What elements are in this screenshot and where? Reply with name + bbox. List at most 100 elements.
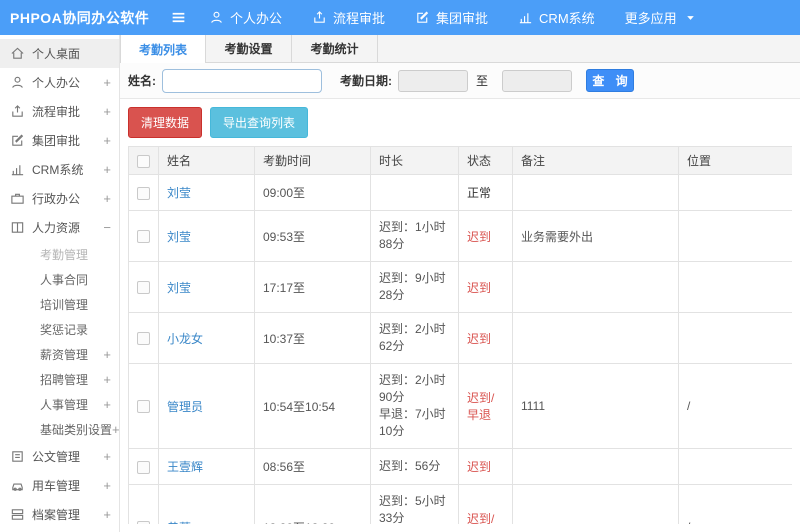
expand-toggle-icon[interactable]: + [103, 347, 111, 362]
expand-toggle-icon[interactable]: + [103, 133, 111, 148]
book-icon [11, 222, 24, 233]
employee-name-link[interactable]: 小龙女 [167, 332, 203, 346]
chart-icon [11, 165, 24, 176]
attendance-time-cell: 10:54至10:54 [254, 363, 371, 449]
expand-toggle-icon[interactable]: + [103, 372, 111, 387]
expand-toggle-icon[interactable]: − [103, 220, 111, 235]
sidebar-item[interactable]: 流程审批 + [0, 97, 119, 126]
user-icon [211, 11, 222, 23]
search-button[interactable]: 查 询 [586, 69, 635, 92]
location-cell: / [678, 484, 792, 524]
sidebar-item-label: 基础类别设置 [40, 423, 113, 437]
col-header-remark: 备注 [512, 146, 679, 175]
attendance-table: 姓名 考勤时间 时长 状态 备注 位置 刘莹 09:00至 正常 刘莹 09:53至 迟到… [128, 146, 792, 524]
duration-cell: 迟到：2小时62分 [370, 312, 459, 364]
export-list-button[interactable]: 导出查询列表 [210, 107, 309, 138]
table-row: 王壹辉 08:56至 迟到：56分 迟到 [128, 448, 792, 485]
employee-name-link[interactable]: 刘莹 [167, 230, 191, 244]
row-checkbox[interactable] [137, 281, 150, 295]
duration-line: 迟到：2小时62分 [379, 322, 446, 353]
expand-toggle-icon[interactable]: + [103, 191, 111, 206]
status-badge: 迟到/早退 [458, 363, 513, 449]
sidebar-item[interactable]: 行政办公 + [0, 184, 119, 213]
employee-name-link[interactable]: 管理员 [167, 400, 203, 414]
sidebar-item[interactable]: 公文管理 + [0, 442, 119, 471]
sidebar-item[interactable]: 薪资管理 + [0, 342, 119, 367]
duration-line: 迟到：9小时28分 [379, 271, 446, 302]
app-logo: PHPOA协同办公软件 [10, 9, 150, 26]
tab-item[interactable]: 考勤统计 [292, 35, 378, 62]
edit-icon [417, 11, 429, 23]
expand-toggle-icon[interactable]: + [103, 162, 111, 177]
sidebar-item[interactable]: 考勤管理 [0, 242, 119, 267]
row-checkbox[interactable] [137, 460, 150, 474]
duration-line: 迟到：5小时33分 [379, 494, 446, 524]
location-cell [678, 448, 792, 485]
sidebar-item[interactable]: CRM系统 + [0, 155, 119, 184]
sidebar-item[interactable]: 人力资源 − [0, 213, 119, 242]
expand-toggle-icon[interactable]: + [103, 75, 111, 90]
sidebar-item[interactable]: 人事合同 [0, 267, 119, 292]
expand-toggle-icon[interactable]: + [103, 478, 111, 493]
sidebar-item[interactable]: 个人桌面 [0, 39, 119, 68]
remark-cell [512, 174, 679, 211]
sidebar-item[interactable]: 奖惩记录 [0, 317, 119, 342]
table-row: 刘莹 09:53至 迟到：1小时88分 迟到 业务需要外出 [128, 210, 792, 262]
top-header: PHPOA协同办公软件 个人办公 流程审批 集团审批 CRM系统 更多应用 [0, 0, 800, 35]
tab-active[interactable]: 考勤列表 [120, 35, 206, 64]
select-all-checkbox[interactable] [137, 154, 150, 168]
sidebar-item[interactable]: 培训管理 [0, 292, 119, 317]
topnav-item[interactable]: 更多应用 [625, 8, 698, 27]
attendance-time-cell: 09:00至 [254, 174, 371, 211]
topnav-item[interactable]: CRM系统 [518, 8, 595, 27]
expand-toggle-icon[interactable]: + [103, 449, 111, 464]
attendance-time-cell: 10:37至 [254, 312, 371, 364]
employee-name-link[interactable]: 刘莹 [167, 186, 191, 200]
row-checkbox[interactable] [137, 230, 150, 244]
row-checkbox[interactable] [137, 186, 150, 200]
sidebar-item[interactable]: 基础类别设置 + [0, 417, 119, 442]
employee-name-link[interactable]: 刘莹 [167, 281, 191, 295]
attendance-time-cell: 17:17至 [254, 261, 371, 313]
name-filter-input[interactable] [162, 68, 322, 93]
send-icon [314, 11, 325, 23]
topnav-item-label: 流程审批 [333, 11, 386, 26]
sidebar-item[interactable]: 集团审批 + [0, 126, 119, 155]
date-filter-label: 考勤日期: [340, 74, 392, 88]
row-checkbox[interactable] [137, 400, 150, 414]
sidebar-item[interactable]: 招聘管理 + [0, 367, 119, 392]
sidebar-item-label: 行政办公 [32, 192, 81, 206]
status-badge: 迟到 [458, 312, 513, 364]
hamburger-menu-button[interactable] [170, 9, 187, 26]
expand-toggle-icon[interactable]: + [103, 507, 111, 522]
tab-item[interactable]: 考勤设置 [206, 35, 292, 62]
expand-toggle-icon[interactable]: + [103, 104, 111, 119]
expand-toggle-icon[interactable]: + [112, 422, 119, 437]
clean-data-button[interactable]: 清理数据 [128, 107, 203, 138]
expand-toggle-icon[interactable]: + [103, 397, 111, 412]
topnav-item[interactable]: 个人办公 [209, 8, 282, 27]
sidebar-item-label: 集团审批 [32, 134, 81, 148]
sidebar-menu: 个人桌面 个人办公 + 流程审批 + 集团审批 + CRM系统 + 行政办公 + 人力资源 − 考勤管理人… [0, 35, 120, 532]
employee-name-link[interactable]: 黄蓉 [167, 521, 191, 525]
sidebar-item[interactable]: 档案管理 + [0, 500, 119, 529]
main-content: 考勤列表 考勤设置 考勤统计 姓名: 考勤日期: 至 查 询 清理数据 导出查询列表… [120, 35, 800, 532]
row-checkbox[interactable] [137, 521, 150, 524]
topnav-item[interactable]: 流程审批 [312, 8, 385, 27]
duration-cell: 迟到：5小时33分早退：4小时67分 [370, 484, 459, 524]
employee-name-link[interactable]: 王壹辉 [167, 460, 203, 474]
status-badge: 迟到/早退 [458, 484, 513, 524]
sidebar-item[interactable]: 人事管理 + [0, 392, 119, 417]
attendance-time-cell: 13:20至13:20 [254, 484, 371, 524]
topnav-item-label: CRM系统 [539, 11, 595, 26]
row-checkbox[interactable] [137, 332, 150, 346]
date-to-input[interactable] [502, 69, 573, 92]
sidebar-item[interactable]: 用车管理 + [0, 471, 119, 500]
date-from-input[interactable] [398, 69, 468, 92]
topnav-item[interactable]: 集团审批 [415, 8, 488, 27]
sidebar-item-label: 档案管理 [32, 508, 81, 522]
date-to-label: 至 [476, 74, 489, 88]
sidebar-item[interactable]: 个人办公 + [0, 68, 119, 97]
sidebar-item-label: 用车管理 [32, 479, 81, 493]
duration-cell: 迟到：2小时90分 早退：7小时10分 [370, 363, 459, 449]
